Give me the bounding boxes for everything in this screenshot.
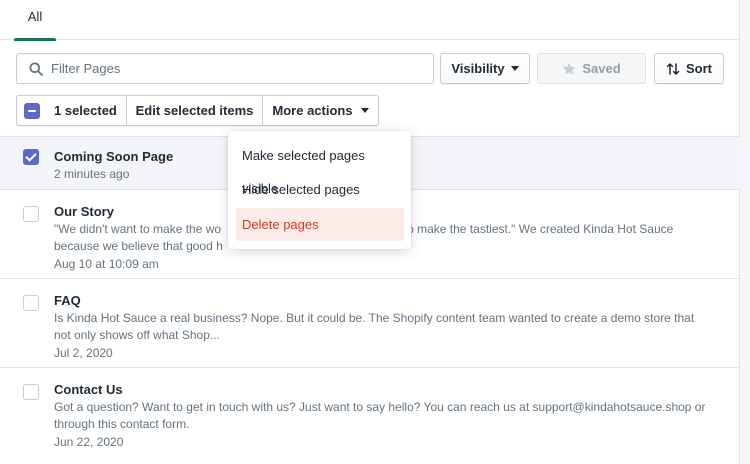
- excerpt-fragment: "We didn't want to make the wo: [54, 222, 222, 236]
- page-title[interactable]: Our Story: [54, 204, 114, 219]
- edit-selected-items-label: Edit selected items: [135, 103, 254, 118]
- page-date: Jun 22, 2020: [54, 435, 124, 449]
- filter-pages-input[interactable]: [51, 54, 431, 83]
- saved-button[interactable]: Saved: [537, 53, 646, 84]
- tab-bar: All: [0, 0, 740, 41]
- caret-down-icon: [510, 66, 519, 71]
- row-checkbox[interactable]: [23, 149, 39, 165]
- sort-arrows-icon: [666, 62, 680, 75]
- page-excerpt: Is Kinda Hot Sauce a real business? Nope…: [54, 311, 695, 342]
- page-title[interactable]: Coming Soon Page: [54, 149, 173, 164]
- visibility-button[interactable]: Visibility: [440, 53, 530, 84]
- row-checkbox[interactable]: [23, 384, 39, 400]
- sort-button[interactable]: Sort: [654, 53, 724, 84]
- more-actions-label: More actions: [272, 103, 353, 118]
- menu-item-make-visible[interactable]: Make selected pages visible: [236, 139, 404, 196]
- excerpt-fragment: ed to make the tastiest." We created Kin…: [387, 222, 674, 236]
- page-date: Jul 2, 2020: [54, 346, 113, 360]
- table-row[interactable]: FAQ Is Kinda Hot Sauce a real business? …: [0, 278, 740, 367]
- table-row[interactable]: Contact Us Got a question? Want to get i…: [0, 367, 740, 456]
- pages-card: All Visibility Saved Sort 1 selected Edi…: [0, 0, 740, 464]
- tab-selected-indicator: [14, 38, 56, 41]
- more-actions-button[interactable]: More actions: [263, 96, 378, 125]
- saved-label: Saved: [582, 61, 621, 76]
- sort-label: Sort: [686, 61, 712, 76]
- filter-pages-field[interactable]: [16, 53, 434, 84]
- more-actions-menu: Make selected pages visible Hide selecte…: [228, 131, 411, 249]
- search-icon: [29, 62, 43, 76]
- bulk-actions-bar: 1 selected Edit selected items More acti…: [16, 95, 379, 126]
- page-date: 2 minutes ago: [54, 167, 130, 181]
- select-all-checkbox[interactable]: [24, 102, 40, 119]
- select-all-toggle[interactable]: 1 selected: [17, 96, 127, 125]
- visibility-label: Visibility: [451, 61, 505, 76]
- page-excerpt: Got a question? Want to get in touch wit…: [54, 400, 706, 431]
- star-icon: [562, 62, 576, 75]
- row-checkbox[interactable]: [23, 295, 39, 311]
- tab-all[interactable]: All: [14, 0, 56, 41]
- page-date: Aug 10 at 10:09 am: [54, 257, 159, 271]
- page-title[interactable]: Contact Us: [54, 382, 123, 397]
- caret-down-icon: [360, 108, 369, 113]
- menu-item-hide[interactable]: Hide selected pages: [236, 173, 404, 206]
- tab-all-label: All: [27, 9, 43, 24]
- menu-item-delete-pages[interactable]: Delete pages: [236, 208, 404, 241]
- page-title[interactable]: FAQ: [54, 293, 81, 308]
- selected-count: 1 selected: [54, 103, 117, 118]
- row-checkbox[interactable]: [23, 206, 39, 222]
- edit-selected-items-button[interactable]: Edit selected items: [127, 96, 263, 125]
